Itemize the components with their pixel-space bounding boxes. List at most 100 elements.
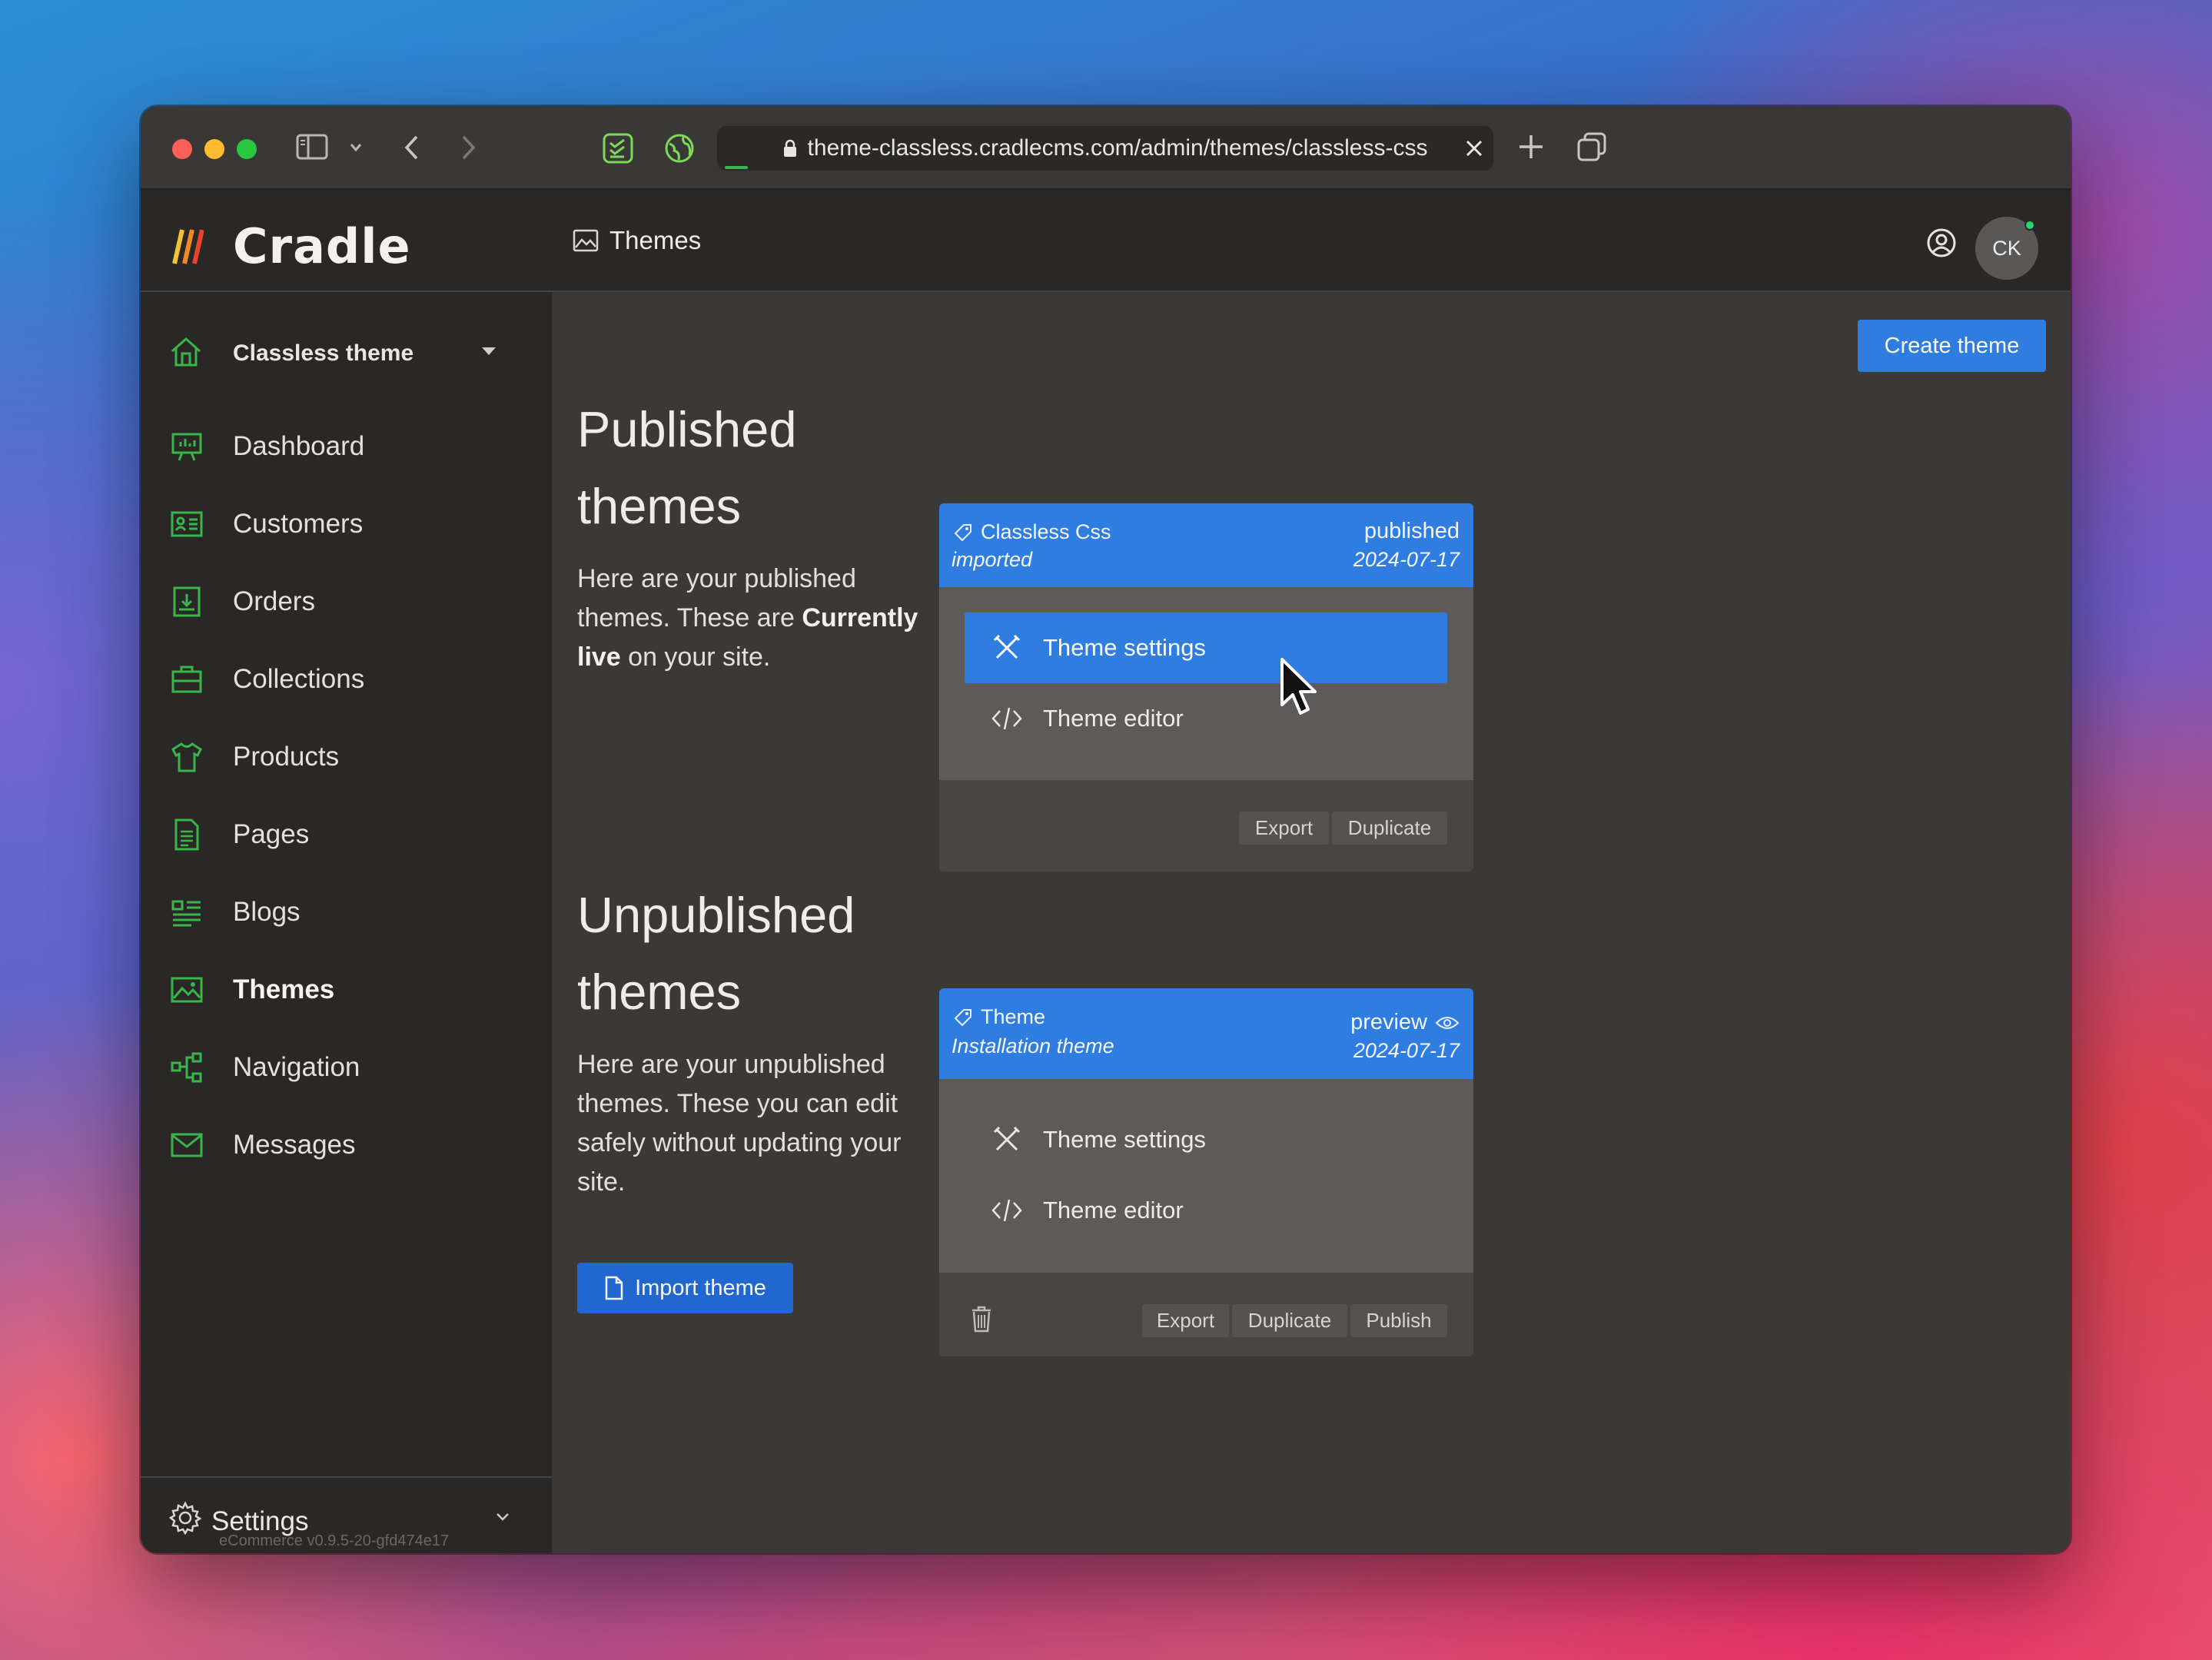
collections-icon xyxy=(168,661,205,698)
import-theme-button[interactable]: Import theme xyxy=(577,1263,793,1313)
card-name[interactable]: Classless Css xyxy=(953,520,1111,544)
chevron-down-icon[interactable] xyxy=(495,1512,510,1526)
address-bar[interactable]: theme-classless.cradlecms.com/admin/them… xyxy=(717,126,1493,171)
chevron-down-icon[interactable] xyxy=(348,140,364,155)
sidebar-item-navigation[interactable]: Navigation xyxy=(141,1028,552,1106)
card-footer: Export Duplicate xyxy=(939,780,1473,872)
sidebar-item-label: Messages xyxy=(233,1129,356,1160)
sidebar-item-customers[interactable]: Customers xyxy=(141,485,552,563)
published-desc-end: on your site. xyxy=(620,642,771,672)
card-subtitle: Installation theme xyxy=(952,1034,1114,1057)
card-menu: Theme settings Theme editor xyxy=(939,1079,1473,1273)
sidebar: Classless theme Dashboard Customers Orde… xyxy=(141,292,552,1553)
menu-item-label: Theme settings xyxy=(1043,1126,1206,1153)
sidebar-nav: Dashboard Customers Orders Collections P… xyxy=(141,407,552,1184)
sidebar-toggle-icon[interactable] xyxy=(296,134,328,160)
menu-item-label: Theme editor xyxy=(1043,705,1184,732)
menu-item-label: Theme settings xyxy=(1043,634,1206,661)
messages-icon xyxy=(168,1127,205,1164)
sidebar-item-label: Collections xyxy=(233,663,365,694)
status-badge[interactable]: preview xyxy=(1350,1010,1460,1035)
publish-button[interactable]: Publish xyxy=(1350,1304,1447,1337)
import-theme-label: Import theme xyxy=(635,1275,766,1300)
lock-icon xyxy=(783,139,797,158)
close-window-button[interactable] xyxy=(172,139,192,159)
avatar-initials: CK xyxy=(1992,236,2021,260)
tools-icon xyxy=(989,1126,1025,1154)
sidebar-item-blogs[interactable]: Blogs xyxy=(141,873,552,951)
customers-icon xyxy=(168,506,205,543)
card-footer: Export Duplicate Publish xyxy=(939,1273,1473,1356)
main-content: Create theme Published themes Here are y… xyxy=(552,292,2071,1553)
minimize-window-button[interactable] xyxy=(204,139,224,159)
themes-icon xyxy=(168,971,205,1008)
sidebar-footer: Settings eCommerce v0.9.5-20-gfd474e17 xyxy=(141,1476,552,1553)
sidebar-item-products[interactable]: Products xyxy=(141,718,552,795)
sidebar-item-themes[interactable]: Themes xyxy=(141,951,552,1028)
avatar[interactable]: CK xyxy=(1975,217,2038,280)
navigation-icon xyxy=(168,1049,205,1086)
globe-extension-icon[interactable] xyxy=(663,132,696,164)
theme-settings-link[interactable]: Theme settings xyxy=(965,1104,1447,1175)
new-tab-icon[interactable] xyxy=(1516,132,1546,161)
trash-icon[interactable] xyxy=(970,1305,993,1336)
card-menu: Theme settings Theme editor xyxy=(939,587,1473,780)
theme-settings-link[interactable]: Theme settings xyxy=(965,613,1447,683)
unpublished-heading-line1: Unpublished xyxy=(577,887,855,943)
code-icon xyxy=(989,1197,1025,1223)
page-load-progress xyxy=(725,166,748,169)
stop-loading-icon[interactable] xyxy=(1460,134,1489,163)
file-icon xyxy=(605,1276,623,1300)
zoom-window-button[interactable] xyxy=(237,139,257,159)
sidebar-item-orders[interactable]: Orders xyxy=(141,563,552,640)
duplicate-button[interactable]: Duplicate xyxy=(1232,1304,1347,1337)
status-text: preview xyxy=(1350,1010,1427,1034)
home-icon xyxy=(168,334,204,374)
card-date: 2024-07-17 xyxy=(1353,1039,1460,1062)
published-heading-line2: themes xyxy=(577,478,742,534)
sidebar-item-label: Dashboard xyxy=(233,430,365,461)
page-title: Themes xyxy=(573,226,701,255)
tab-overview-icon[interactable] xyxy=(1576,131,1607,162)
logo[interactable]: Cradle xyxy=(170,218,411,274)
dashboard-icon xyxy=(168,428,205,465)
export-button[interactable]: Export xyxy=(1239,812,1329,845)
forward-icon[interactable] xyxy=(458,134,478,161)
sidebar-item-pages[interactable]: Pages xyxy=(141,795,552,873)
mouse-cursor-icon xyxy=(1280,657,1323,722)
export-button[interactable]: Export xyxy=(1142,1304,1229,1337)
card-name-text: Classless Css xyxy=(981,520,1111,543)
store-selector[interactable]: Classless theme xyxy=(168,330,530,377)
caret-down-icon xyxy=(482,347,496,355)
blogs-icon xyxy=(168,894,205,931)
sidebar-item-messages[interactable]: Messages xyxy=(141,1106,552,1184)
card-name[interactable]: Theme xyxy=(953,1005,1045,1029)
status-badge: published xyxy=(1363,519,1460,543)
back-icon[interactable] xyxy=(402,134,422,161)
image-icon xyxy=(573,229,599,252)
eye-icon xyxy=(1435,1016,1460,1029)
online-status-dot xyxy=(2024,220,2035,231)
extension-icon[interactable] xyxy=(602,132,634,164)
theme-editor-link[interactable]: Theme editor xyxy=(965,683,1447,754)
duplicate-button[interactable]: Duplicate xyxy=(1332,812,1447,845)
theme-editor-link[interactable]: Theme editor xyxy=(965,1175,1447,1246)
sidebar-item-label: Pages xyxy=(233,818,310,849)
published-heading-line1: Published xyxy=(577,401,797,457)
page-title-text: Themes xyxy=(609,226,702,254)
user-circle-icon[interactable] xyxy=(1926,227,1957,262)
unpublished-description: Here are your unpublished themes. These … xyxy=(577,1050,902,1197)
sidebar-item-dashboard[interactable]: Dashboard xyxy=(141,407,552,485)
card-header: Classless Css imported published 2024-07… xyxy=(939,503,1473,587)
version-text: eCommerce v0.9.5-20-gfd474e17 xyxy=(219,1532,450,1549)
logo-text: Cradle xyxy=(233,218,411,274)
create-theme-button[interactable]: Create theme xyxy=(1858,320,2046,372)
tag-icon xyxy=(954,523,971,541)
products-icon xyxy=(168,739,205,775)
sidebar-item-label: Products xyxy=(233,741,340,772)
browser-toolbar: theme-classless.cradlecms.com/admin/them… xyxy=(141,106,2071,191)
tools-icon xyxy=(989,634,1025,662)
card-header: Theme Installation theme preview 2024-07… xyxy=(939,988,1473,1079)
sidebar-item-collections[interactable]: Collections xyxy=(141,640,552,718)
sidebar-item-label: Customers xyxy=(233,508,364,539)
